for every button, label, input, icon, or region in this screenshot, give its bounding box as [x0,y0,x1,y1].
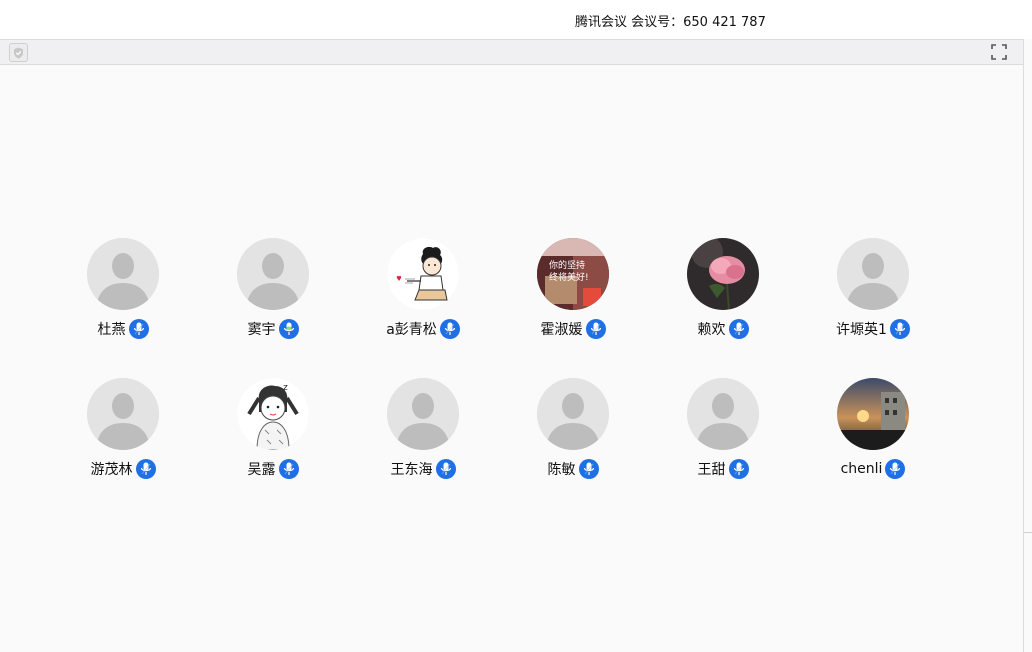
participant-tile[interactable]: 你的坚持 终将美好! 霍淑媛 [498,238,648,340]
participant-name: 杜燕 [97,322,126,338]
participant-tile[interactable]: 游茂林 [48,378,198,480]
participant-name: 王甜 [697,462,726,478]
participant-name: chenli [840,461,883,477]
participant-name: 游茂林 [90,462,133,478]
default-avatar-icon [87,378,159,450]
participant-tile[interactable]: 王东海 [348,378,498,480]
participant-name-row: a彭青松 [348,318,498,340]
participant-grid: 杜燕 窦宇 a彭青松 你的坚持 终将美好! 霍淑媛 赖欢 许塬英1 游茂林 z 吴露 王东海 陈敏 王甜 c… [0,0,1024,652]
participant-name-row: 霍淑媛 [498,318,648,340]
default-avatar-icon [87,238,159,310]
mic-icon [728,459,749,479]
participant-tile[interactable]: a彭青松 [348,238,498,340]
participant-name-row: 游茂林 [48,458,198,480]
svg-text:你的坚持: 你的坚持 [549,259,585,271]
participant-name: 王东海 [390,462,433,478]
participant-name: 窦宇 [247,322,276,338]
participant-name: 霍淑媛 [540,322,583,338]
default-avatar-icon [837,238,909,310]
mic-icon [135,459,156,479]
scrollbar-mark [1024,532,1032,533]
mic-icon [435,459,456,479]
participant-name: 吴露 [247,462,276,478]
participant-name: 许塬英1 [836,322,887,338]
avatar [687,238,759,310]
svg-text:终将美好!: 终将美好! [549,271,589,283]
mic-icon [585,319,606,339]
svg-text:z: z [283,383,288,393]
participant-name-row: 许塬英1 [798,318,948,340]
participant-name-row: 王东海 [348,458,498,480]
participant-name-row: 吴露 [198,458,348,480]
participant-tile[interactable]: chenli [798,378,948,480]
participant-name-row: 窦宇 [198,318,348,340]
default-avatar-icon [687,378,759,450]
avatar: 你的坚持 终将美好! [537,238,609,310]
participant-name-row: 王甜 [648,458,798,480]
participant-name: a彭青松 [386,322,437,338]
participant-name-row: 杜燕 [48,318,198,340]
mic-icon [439,319,460,339]
mic-icon [728,319,749,339]
mic-icon [128,319,149,339]
participant-name: 赖欢 [697,322,726,338]
participant-name-row: 赖欢 [648,318,798,340]
mic-speaking-icon [278,319,299,339]
participant-tile[interactable]: 王甜 [648,378,798,480]
participant-tile[interactable]: 许塬英1 [798,238,948,340]
participant-name-row: 陈敏 [498,458,648,480]
participant-name: 陈敏 [547,462,576,478]
mic-icon [885,459,906,479]
default-avatar-icon [237,238,309,310]
participant-tile[interactable]: z 吴露 [198,378,348,480]
avatar [837,378,909,450]
avatar: z [237,378,309,450]
default-avatar-icon [537,378,609,450]
mic-icon [278,459,299,479]
mic-icon [578,459,599,479]
participant-tile[interactable]: 赖欢 [648,238,798,340]
mic-icon [889,319,910,339]
default-avatar-icon [387,378,459,450]
participant-tile[interactable]: 陈敏 [498,378,648,480]
participant-tile[interactable]: 窦宇 [198,238,348,340]
participant-name-row: chenli [798,458,948,480]
avatar [387,238,459,310]
participant-tile[interactable]: 杜燕 [48,238,198,340]
